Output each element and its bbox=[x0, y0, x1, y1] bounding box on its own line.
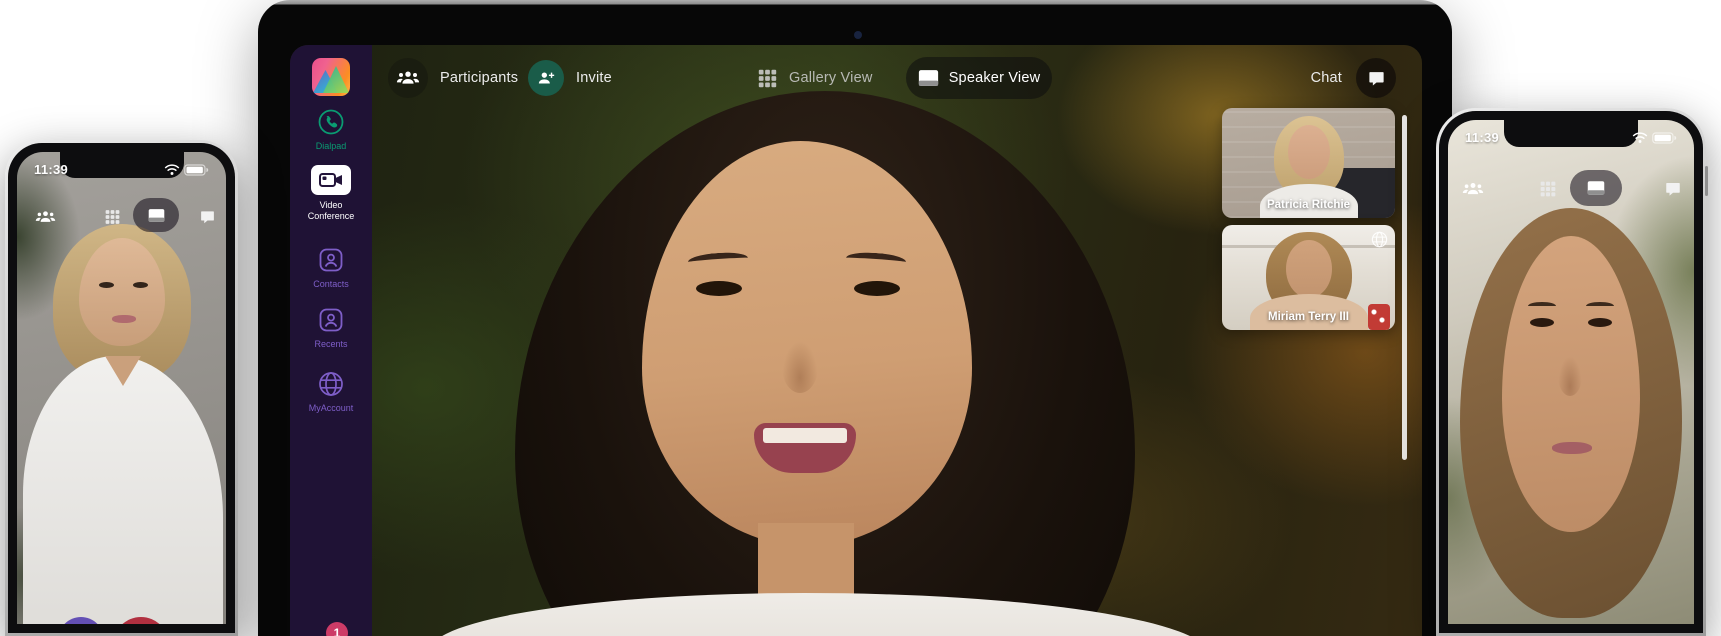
app-logo[interactable] bbox=[312, 58, 350, 96]
invite-button[interactable]: Invite bbox=[528, 55, 612, 101]
participant-name: Patricia Ritchie bbox=[1222, 199, 1395, 211]
call-controls bbox=[29, 617, 226, 624]
phone-side-button bbox=[1705, 166, 1708, 196]
chat-button[interactable]: Chat bbox=[1311, 55, 1396, 101]
speaker-view-button[interactable] bbox=[133, 198, 179, 232]
gallery-grid-icon bbox=[758, 69, 777, 88]
sidebar: Dialpad Video Conference bbox=[290, 45, 372, 636]
clock-text: 11:39 bbox=[34, 162, 68, 177]
chat-icon bbox=[1356, 58, 1396, 98]
phone-left-device: 11:39 bbox=[5, 140, 238, 636]
wifi-icon bbox=[1632, 132, 1648, 144]
phone-toolbar bbox=[1448, 170, 1694, 208]
laptop-device: Participants Invite bbox=[258, 0, 1452, 636]
caller-torso bbox=[23, 356, 223, 624]
scrollbar[interactable] bbox=[1402, 115, 1407, 460]
notification-badge: 1 bbox=[326, 622, 348, 636]
participant-name: Miriam Terry III bbox=[1222, 311, 1395, 323]
sidebar-label-contacts: Contacts bbox=[298, 279, 364, 290]
end-call-button[interactable] bbox=[113, 617, 169, 624]
speaker-view-label: Speaker View bbox=[949, 70, 1041, 86]
phone-bezel: 11:39 bbox=[1439, 111, 1703, 633]
gallery-view-button[interactable]: Gallery View bbox=[758, 55, 873, 101]
chat-icon[interactable] bbox=[199, 209, 216, 226]
participants-icon[interactable] bbox=[1462, 178, 1484, 200]
sidebar-item-video-conference[interactable]: Video Conference bbox=[290, 165, 372, 223]
globe-badge-icon bbox=[1371, 231, 1388, 248]
participant-face bbox=[1286, 240, 1332, 298]
participants-button[interactable]: Participants bbox=[388, 55, 518, 101]
speaker-view-button[interactable]: Speaker View bbox=[906, 57, 1052, 99]
phone-right-device: 11:39 bbox=[1436, 108, 1706, 636]
phone-bezel: 11:39 bbox=[8, 143, 235, 633]
sidebar-label-dialpad: Dialpad bbox=[298, 141, 364, 152]
phone-right-screen: 11:39 bbox=[1448, 120, 1694, 624]
conference-toolbar: Participants Invite bbox=[290, 55, 1422, 101]
participant-tile-patricia[interactable]: Patricia Ritchie bbox=[1222, 108, 1395, 218]
participant-face bbox=[1288, 125, 1330, 179]
sidebar-item-dialpad[interactable]: Dialpad bbox=[290, 108, 372, 152]
scene: Participants Invite bbox=[0, 0, 1721, 636]
gallery-view-label: Gallery View bbox=[789, 70, 873, 86]
laptop-screen: Participants Invite bbox=[290, 45, 1422, 636]
speaker-view-button[interactable] bbox=[1570, 170, 1622, 206]
battery-icon bbox=[1652, 132, 1677, 144]
status-bar: 11:39 bbox=[1448, 130, 1694, 145]
sidebar-label-recents: Recents bbox=[298, 339, 364, 350]
recent-contact-icon bbox=[317, 306, 345, 334]
invite-label: Invite bbox=[576, 70, 612, 86]
sidebar-label-video-conference: Video Conference bbox=[298, 200, 364, 223]
participants-icon[interactable] bbox=[35, 207, 56, 228]
video-off-button[interactable] bbox=[58, 617, 104, 624]
participants-icon bbox=[388, 58, 428, 98]
status-bar: 11:39 bbox=[17, 162, 226, 177]
invite-person-add-icon bbox=[528, 60, 564, 96]
gallery-grid-icon[interactable] bbox=[105, 210, 120, 225]
globe-icon bbox=[317, 370, 345, 398]
laptop-camera-dot bbox=[854, 31, 862, 39]
gallery-grid-icon[interactable] bbox=[1540, 181, 1556, 197]
phone-toolbar bbox=[17, 198, 226, 236]
sidebar-item-myaccount[interactable]: MyAccount bbox=[290, 370, 372, 414]
clock-text: 11:39 bbox=[1465, 130, 1499, 145]
contact-card-icon bbox=[317, 246, 345, 274]
sidebar-item-recents[interactable]: Recents bbox=[290, 306, 372, 350]
sidebar-item-contacts[interactable]: Contacts bbox=[290, 246, 372, 290]
phone-left-screen: 11:39 bbox=[17, 152, 226, 624]
wifi-icon bbox=[164, 164, 180, 176]
video-camera-icon bbox=[311, 165, 351, 195]
battery-icon bbox=[184, 164, 209, 176]
chat-label: Chat bbox=[1311, 70, 1342, 86]
participant-tile-miriam[interactable]: Miriam Terry III bbox=[1222, 225, 1395, 330]
dialpad-phone-icon bbox=[317, 108, 345, 136]
participants-label: Participants bbox=[440, 70, 518, 86]
chat-icon[interactable] bbox=[1664, 180, 1682, 198]
speaker-view-icon bbox=[918, 69, 939, 87]
sidebar-label-myaccount: MyAccount bbox=[298, 403, 364, 414]
